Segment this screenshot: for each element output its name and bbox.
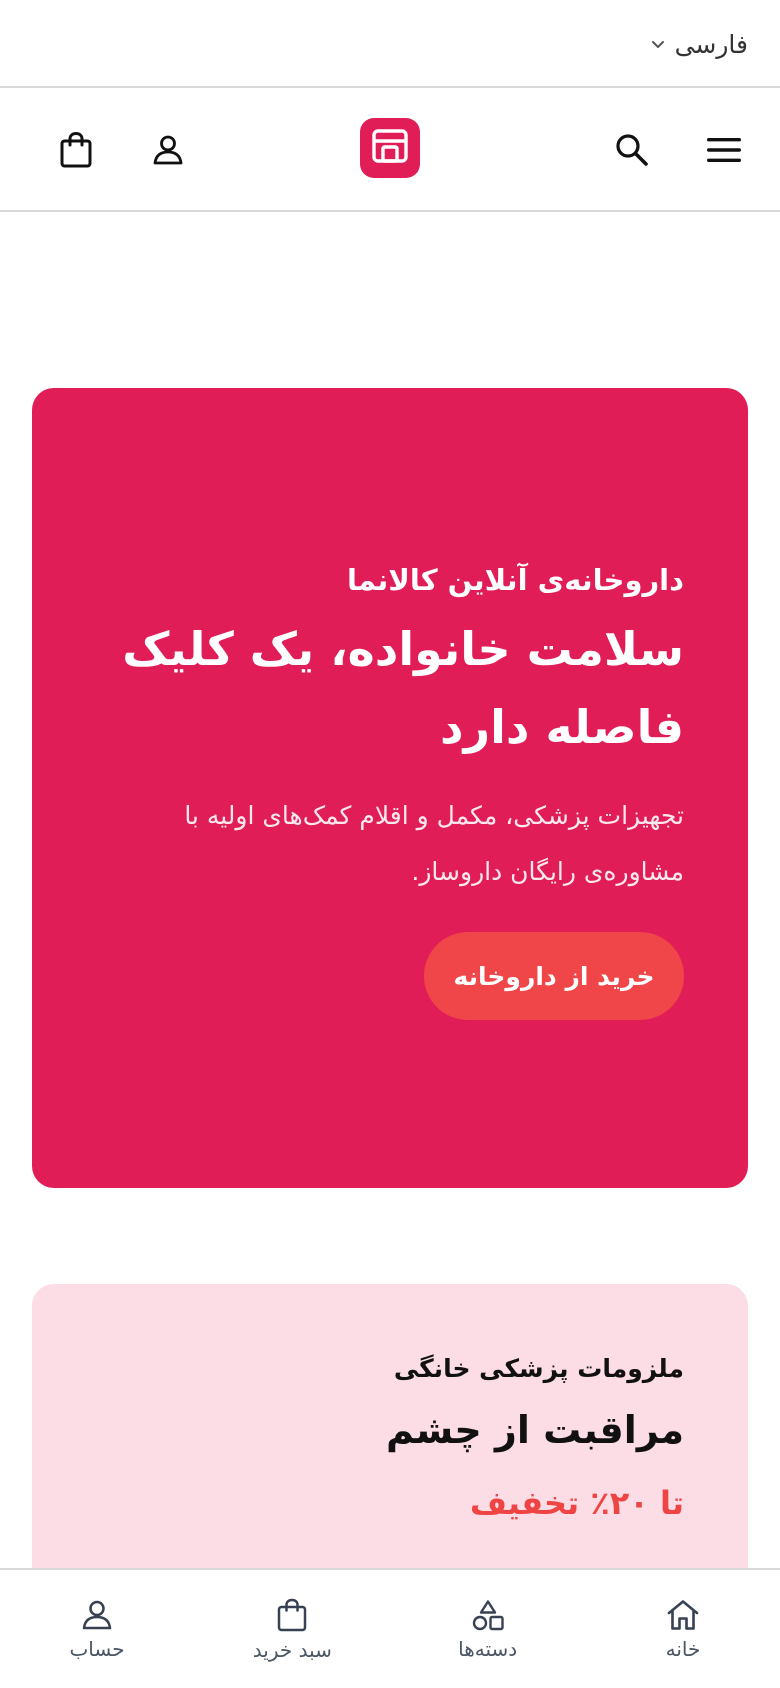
categories-icon — [471, 1599, 505, 1631]
language-label: فارسی — [674, 29, 748, 59]
search-button[interactable] — [600, 118, 664, 182]
cart-button[interactable] — [44, 118, 108, 182]
promo-discount: تا ۲۰٪ تخفیف — [469, 1484, 684, 1522]
nav-item-cart[interactable]: سبد خرید — [217, 1570, 367, 1688]
nav-label-account: حساب — [69, 1637, 125, 1661]
nav-label-categories: دسته‌ها — [458, 1637, 518, 1661]
hero-eyebrow: داروخانه‌ی آنلاین کالانما — [347, 563, 684, 597]
shop-pharmacy-button[interactable]: خرید از داروخانه — [424, 932, 684, 1020]
user-icon — [152, 134, 184, 166]
user-icon — [81, 1599, 113, 1631]
nav-label-cart: سبد خرید — [252, 1638, 332, 1662]
storefront-logo-icon — [372, 128, 408, 168]
nav-item-home[interactable]: خانه — [608, 1570, 758, 1688]
store-logo[interactable] — [360, 118, 420, 178]
shopping-bag-icon — [60, 132, 92, 168]
promo-eyebrow: ملزومات پزشکی خانگی — [393, 1354, 684, 1383]
page: فارسی — [0, 0, 780, 1688]
hero-description: تجهیزات پزشکی، مکمل و اقلام کمک‌های اولی… — [184, 801, 684, 886]
search-icon — [615, 133, 649, 167]
hamburger-menu-icon — [706, 136, 742, 164]
cart-icon — [277, 1598, 307, 1632]
nav-label-home: خانه — [665, 1637, 701, 1661]
language-switcher[interactable]: فارسی — [651, 26, 748, 62]
hero-banner: داروخانه‌ی آنلاین کالانما سلامت خانواده،… — [32, 388, 748, 1188]
account-button[interactable] — [136, 118, 200, 182]
header — [0, 88, 780, 212]
menu-button[interactable] — [692, 118, 756, 182]
bottom-navigation: خانه دسته‌ها سبد خرید — [0, 1568, 780, 1688]
language-bar: فارسی — [0, 0, 780, 88]
chevron-down-icon — [651, 37, 665, 51]
nav-item-categories[interactable]: دسته‌ها — [413, 1570, 563, 1688]
nav-item-account[interactable]: حساب — [22, 1570, 172, 1688]
home-icon — [666, 1599, 700, 1631]
promo-title: مراقبت از چشم — [385, 1408, 684, 1452]
hero-title: سلامت خانواده، یک کلیک فاصله دارد — [122, 622, 684, 754]
